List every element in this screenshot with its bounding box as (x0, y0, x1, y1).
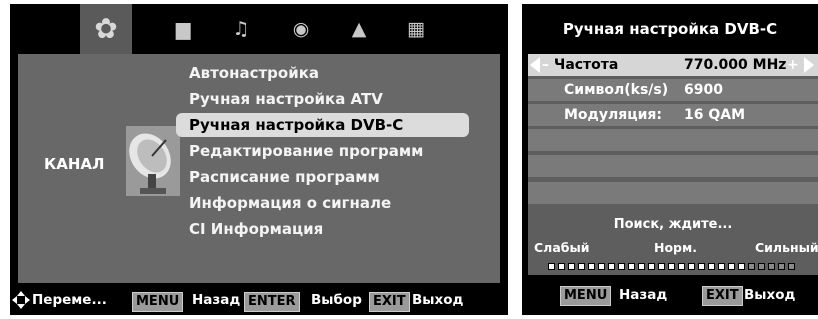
frequency-row[interactable]: – Частота 770.000 MHz + (528, 54, 818, 76)
page-title: Ручная настройка DVB-C (562, 20, 778, 38)
menu-panel: КАНАЛ Автонастройка Ручная настройка ATV… (18, 54, 500, 283)
signal-segment (578, 263, 585, 270)
grid-icon[interactable]: ▦ (403, 17, 429, 41)
section-label: КАНАЛ (44, 155, 105, 173)
dvbc-footer: MENU Назад EXIT Выход (522, 275, 818, 315)
signal-strong-label: Сильный (755, 240, 818, 255)
signal-segment (638, 263, 645, 270)
signal-segment (608, 263, 615, 270)
signal-segment (568, 263, 575, 270)
arrow-right-icon[interactable] (804, 57, 814, 73)
symbol-rate-label: Символ(ks/s) (564, 82, 669, 98)
signal-segment (648, 263, 655, 270)
signal-segment (668, 263, 675, 270)
back-label: Назад (619, 287, 668, 303)
signal-segment (678, 263, 685, 270)
signal-segment (788, 263, 795, 270)
move-label: Переме... (32, 292, 107, 308)
dvbc-panel: – Частота 770.000 MHz + Символ(ks/s) 690… (528, 54, 818, 275)
dvbc-tuning-screen: Ручная настройка DVB-C – Частота 770.000… (522, 4, 818, 315)
menu-item-schedule[interactable]: Расписание программ (176, 165, 380, 189)
menu-item-program-edit[interactable]: Редактирование программ (176, 139, 423, 163)
empty-row (528, 129, 818, 151)
signal-segment (688, 263, 695, 270)
monitor-icon[interactable]: ▆ (170, 17, 196, 41)
signal-segment (768, 263, 775, 270)
exit-label: Выход (744, 287, 796, 303)
menu-key[interactable]: MENU (560, 286, 612, 306)
symbol-rate-row[interactable]: Символ(ks/s) 6900 (528, 79, 818, 101)
menu-item-signal-info[interactable]: Информация о сигнале (176, 191, 391, 215)
exit-label: Выход (412, 292, 464, 308)
signal-weak-label: Слабый (534, 240, 590, 255)
signal-segment (558, 263, 565, 270)
signal-segment (628, 263, 635, 270)
modulation-label: Модуляция: (564, 107, 662, 123)
clock-icon[interactable]: ◉ (288, 17, 314, 41)
signal-segment (548, 263, 555, 270)
lock-icon[interactable]: ▲ (346, 17, 372, 41)
channel-menu-screen: ✿ ▆ ♫ ◉ ▲ ▦ КАНАЛ Автонастройка Ручная н… (10, 4, 508, 315)
menu-item-manual-dvbc[interactable]: Ручная настройка DVB-C (176, 113, 469, 137)
exit-key[interactable]: EXIT (702, 286, 743, 306)
signal-segment (748, 263, 755, 270)
signal-segment (598, 263, 605, 270)
empty-row (528, 182, 818, 204)
menu-item-auto-tuning[interactable]: Автонастройка (176, 61, 319, 85)
signal-segment (778, 263, 785, 270)
menu-key[interactable]: MENU (132, 292, 184, 312)
minus-icon[interactable]: – (542, 54, 549, 76)
signal-segment (758, 263, 765, 270)
arrow-left-icon[interactable] (530, 57, 540, 73)
signal-segment (708, 263, 715, 270)
signal-segment (618, 263, 625, 270)
empty-row (528, 155, 818, 177)
frequency-label: Частота (554, 57, 619, 73)
symbol-rate-value: 6900 (684, 82, 723, 98)
modulation-value: 16 QAM (684, 107, 746, 123)
frequency-value[interactable]: 770.000 MHz (684, 54, 786, 76)
exit-key[interactable]: EXIT (369, 292, 410, 312)
signal-normal-label: Норм. (654, 240, 697, 255)
back-label: Назад (192, 292, 241, 308)
signal-segment (738, 263, 745, 270)
gear-icon[interactable]: ✿ (80, 4, 132, 54)
signal-segment (698, 263, 705, 270)
modulation-row[interactable]: Модуляция: 16 QAM (528, 104, 818, 126)
music-icon[interactable]: ♫ (228, 17, 254, 41)
plus-icon[interactable]: + (787, 54, 799, 76)
select-label: Выбор (311, 292, 362, 308)
enter-key[interactable]: ENTER (244, 292, 300, 312)
signal-segment (658, 263, 665, 270)
signal-segment (588, 263, 595, 270)
menu-footer: Переме... MENU Назад ENTER Выбор EXIT Вы… (10, 285, 508, 315)
menu-tab-bar: ✿ ▆ ♫ ◉ ▲ ▦ (10, 4, 508, 54)
satellite-dish-icon (126, 126, 180, 196)
search-status: Поиск, ждите... (613, 217, 733, 232)
menu-item-manual-atv[interactable]: Ручная настройка ATV (176, 87, 383, 111)
move-arrows-icon (12, 291, 30, 309)
menu-item-ci-info[interactable]: CI Информация (176, 217, 323, 241)
signal-segment (728, 263, 735, 270)
signal-segment (718, 263, 725, 270)
